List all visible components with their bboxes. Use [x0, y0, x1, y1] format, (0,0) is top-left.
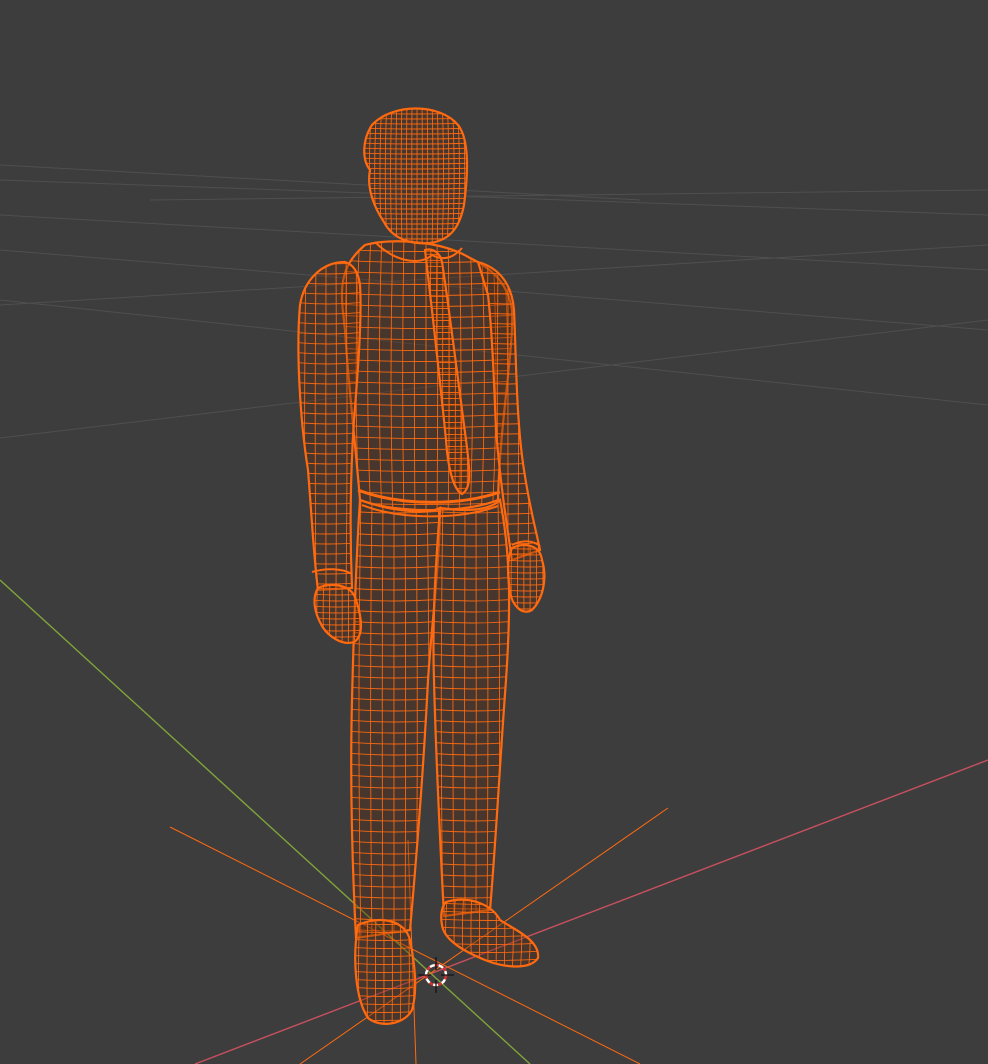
- wire-part-leg-l: [350, 498, 442, 940]
- wire-part-head: [363, 107, 469, 245]
- wire-part-leg-r: [432, 497, 511, 918]
- x-axis-line: [194, 759, 988, 1064]
- viewport-scene[interactable]: [0, 0, 988, 1064]
- human-figure-wireframe[interactable]: [291, 98, 553, 1033]
- 3d-viewport[interactable]: [0, 0, 988, 1064]
- 3d-cursor-icon[interactable]: [418, 957, 454, 993]
- object-helper-lines: [169, 807, 669, 1064]
